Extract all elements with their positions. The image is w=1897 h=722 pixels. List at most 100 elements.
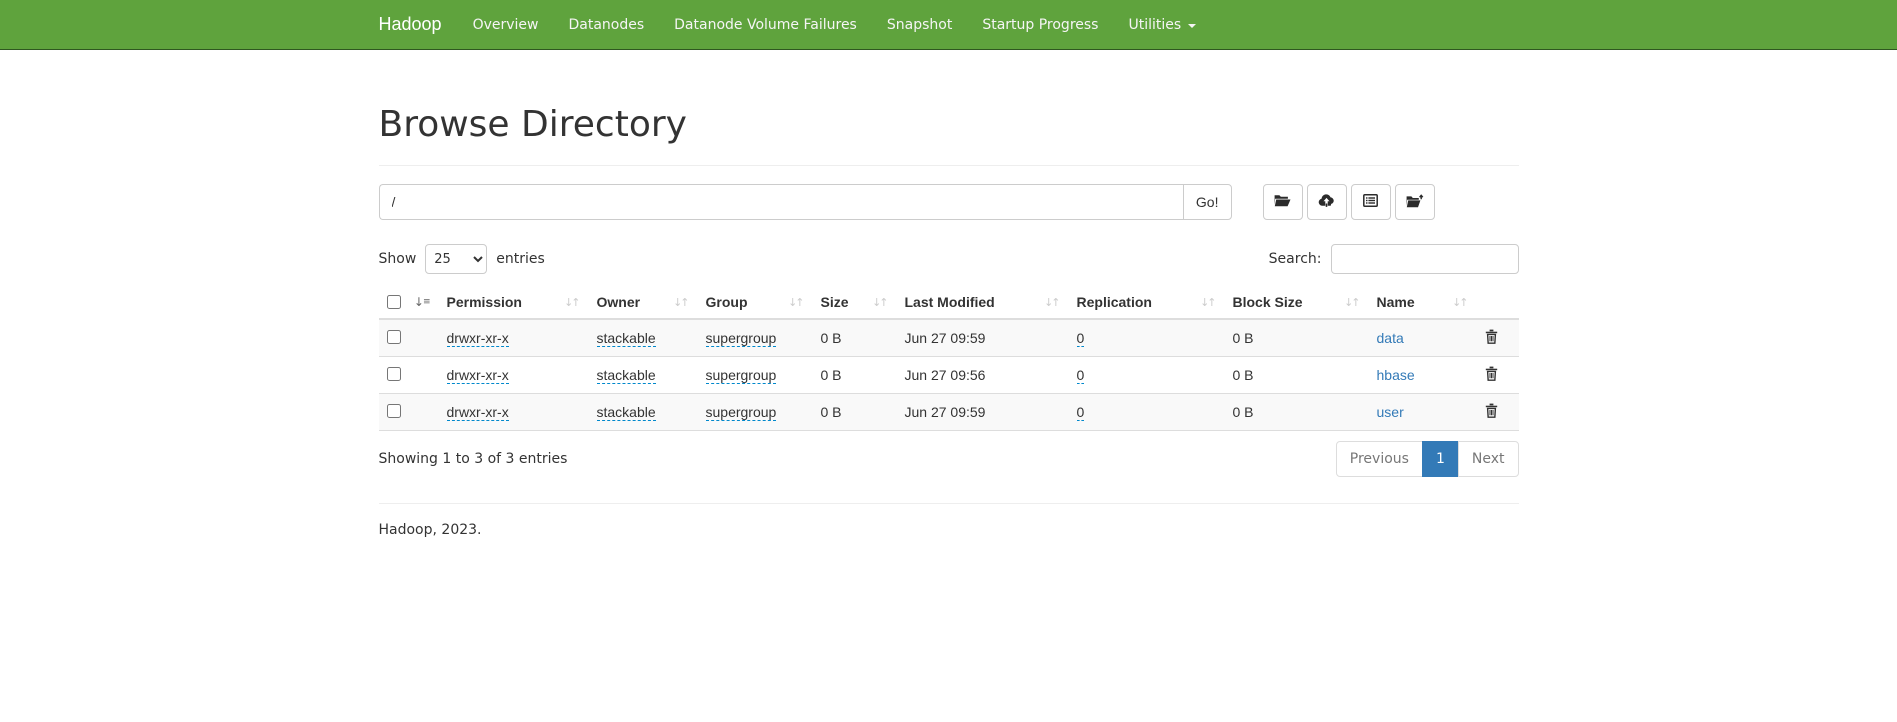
permission-editable[interactable]: drwxr-xr-x (447, 367, 509, 384)
replication-editable[interactable]: 0 (1077, 330, 1085, 347)
search-label: Search: (1269, 251, 1322, 267)
delete-button[interactable] (1485, 329, 1498, 344)
path-input-group: Go! (379, 184, 1232, 220)
column-header-label: Replication (1077, 294, 1152, 310)
go-button[interactable]: Go! (1183, 184, 1232, 220)
select-all-checkbox[interactable] (387, 295, 401, 309)
sort-icon: ↓↑ (788, 296, 804, 309)
block-size-value: 0 B (1233, 367, 1254, 383)
show-label: Show (379, 251, 417, 267)
column-header-size[interactable]: Size ↓↑ (813, 286, 897, 319)
owner-editable[interactable]: stackable (597, 404, 656, 421)
last-modified-value: Jun 27 09:59 (905, 404, 986, 420)
list-alt-button[interactable] (1351, 184, 1391, 220)
size-value: 0 B (821, 404, 842, 420)
column-header-label: Size (821, 294, 849, 310)
create-directory-button[interactable] (1263, 184, 1303, 220)
row-checkbox[interactable] (387, 404, 401, 418)
column-header-label: Last Modified (905, 294, 995, 310)
column-header-label: Owner (597, 294, 641, 310)
trash-icon (1485, 406, 1498, 421)
entries-label: entries (496, 251, 545, 267)
permission-editable[interactable]: drwxr-xr-x (447, 330, 509, 347)
nav-item-overview[interactable]: Overview (458, 0, 554, 49)
entries-per-page-select[interactable]: 25 (425, 244, 487, 274)
navbar: Hadoop Overview Datanodes Datanode Volum… (0, 0, 1897, 50)
directory-link[interactable]: data (1377, 330, 1404, 346)
trash-icon (1485, 332, 1498, 347)
table-controls: Show 25 entries Search: (379, 244, 1519, 274)
sort-icon: ↓↑ (1200, 296, 1216, 309)
nav-item-snapshot[interactable]: Snapshot (872, 0, 967, 49)
sort-icon: ↓↑ (564, 296, 580, 309)
directory-link[interactable]: user (1377, 404, 1404, 420)
column-header-last-modified[interactable]: Last Modified↓↑ (897, 286, 1069, 319)
footer-divider (379, 503, 1519, 504)
folder-move-icon (1406, 194, 1424, 211)
title-divider (379, 165, 1519, 166)
table-row: drwxr-xr-x stackable supergroup 0 B Jun … (379, 319, 1519, 357)
pagination-next[interactable]: Next (1458, 441, 1519, 477)
column-header-replication[interactable]: Replication ↓↑ (1069, 286, 1225, 319)
column-header-name[interactable]: Name ↓↑ (1369, 286, 1477, 319)
owner-editable[interactable]: stackable (597, 367, 656, 384)
search-input[interactable] (1331, 244, 1519, 274)
list-alt-icon (1363, 194, 1378, 210)
upload-files-button[interactable] (1307, 184, 1347, 220)
block-size-value: 0 B (1233, 404, 1254, 420)
column-header-label: Name (1377, 294, 1415, 310)
column-header-actions (1477, 286, 1519, 319)
pagination-previous[interactable]: Previous (1336, 441, 1423, 477)
directory-table: ↓≡ Permission ↓↑ Owner ↓↑ Group ↓↑ Size ↓↑ L… (379, 286, 1519, 431)
group-editable[interactable]: supergroup (706, 404, 777, 421)
sort-icon: ↓↑ (673, 296, 689, 309)
sort-icon: ↓↑ (872, 296, 888, 309)
column-header-label: Block Size (1233, 294, 1303, 310)
nav-item-datanodes[interactable]: Datanodes (553, 0, 659, 49)
sort-icon: ↓↑ (1344, 296, 1360, 309)
directory-link[interactable]: hbase (1377, 367, 1415, 383)
column-header-owner[interactable]: Owner ↓↑ (589, 286, 698, 319)
main-content: Browse Directory Go! (364, 104, 1534, 538)
delete-button[interactable] (1485, 366, 1498, 381)
trash-icon (1485, 369, 1498, 384)
nav-item-datanode-volume-failures[interactable]: Datanode Volume Failures (659, 0, 872, 49)
owner-editable[interactable]: stackable (597, 330, 656, 347)
nav-item-startup-progress[interactable]: Startup Progress (967, 0, 1113, 49)
page-title: Browse Directory (379, 104, 1519, 145)
cloud-upload-icon (1318, 194, 1335, 210)
move-paste-button[interactable] (1395, 184, 1435, 220)
explorer-action-buttons (1263, 184, 1435, 220)
sorted-asc-icon: ↓≡ (414, 295, 431, 309)
column-header-group[interactable]: Group ↓↑ (698, 286, 813, 319)
row-checkbox[interactable] (387, 367, 401, 381)
last-modified-value: Jun 27 09:56 (905, 367, 986, 383)
entries-info: Showing 1 to 3 of 3 entries (379, 451, 568, 467)
permission-editable[interactable]: drwxr-xr-x (447, 404, 509, 421)
replication-editable[interactable]: 0 (1077, 367, 1085, 384)
size-value: 0 B (821, 330, 842, 346)
size-value: 0 B (821, 367, 842, 383)
column-header-block-size[interactable]: Block Size ↓↑ (1225, 286, 1369, 319)
replication-editable[interactable]: 0 (1077, 404, 1085, 421)
nav-item-utilities-label: Utilities (1128, 17, 1181, 33)
group-editable[interactable]: supergroup (706, 367, 777, 384)
column-header-select-all[interactable]: ↓≡ (379, 286, 439, 319)
table-search: Search: (1269, 244, 1519, 274)
pagination-page-1[interactable]: 1 (1422, 441, 1459, 477)
column-header-label: Group (706, 294, 748, 310)
last-modified-value: Jun 27 09:59 (905, 330, 986, 346)
navbar-brand[interactable]: Hadoop (379, 0, 458, 49)
row-checkbox[interactable] (387, 330, 401, 344)
table-header-row: ↓≡ Permission ↓↑ Owner ↓↑ Group ↓↑ Size ↓↑ L… (379, 286, 1519, 319)
column-header-label: Permission (447, 294, 522, 310)
directory-path-input[interactable] (379, 184, 1183, 220)
navbar-inner: Hadoop Overview Datanodes Datanode Volum… (364, 0, 1534, 49)
table-row: drwxr-xr-x stackable supergroup 0 B Jun … (379, 357, 1519, 394)
delete-button[interactable] (1485, 403, 1498, 418)
nav-item-utilities[interactable]: Utilities (1113, 0, 1211, 49)
sort-icon: ↓↑ (1452, 296, 1468, 309)
group-editable[interactable]: supergroup (706, 330, 777, 347)
column-header-permission[interactable]: Permission ↓↑ (439, 286, 589, 319)
block-size-value: 0 B (1233, 330, 1254, 346)
